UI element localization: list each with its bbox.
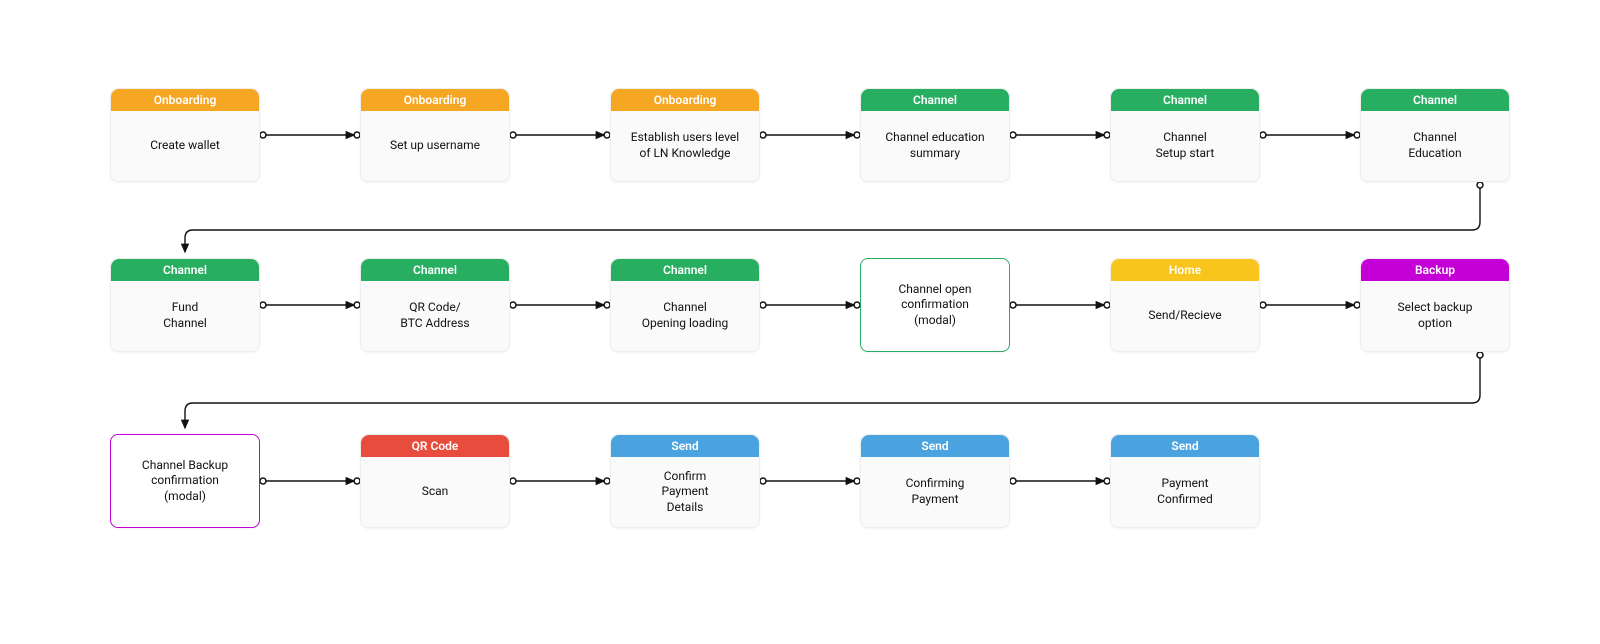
flow-node-r2c1: ChannelFund Channel	[110, 258, 260, 352]
node-header: Home	[1111, 259, 1259, 281]
node-body: Channel Education	[1361, 111, 1509, 181]
node-body: Scan	[361, 457, 509, 527]
node-header: Channel	[361, 259, 509, 281]
node-body: Confirm Payment Details	[611, 457, 759, 527]
flow-node-r1c4: ChannelChannel education summary	[860, 88, 1010, 182]
node-header: Backup	[1361, 259, 1509, 281]
node-body: Payment Confirmed	[1111, 457, 1259, 527]
node-header: Onboarding	[611, 89, 759, 111]
flow-node-r3c1: Channel Backup confirmation (modal)	[110, 434, 260, 528]
node-body: Channel Backup confirmation (modal)	[111, 435, 259, 527]
connector-port-icon	[260, 302, 266, 308]
connector-port-icon	[1010, 302, 1016, 308]
node-header: Channel	[1361, 89, 1509, 111]
node-header: Send	[611, 435, 759, 457]
node-header: Onboarding	[361, 89, 509, 111]
flow-node-r2c3: ChannelChannel Opening loading	[610, 258, 760, 352]
connector-port-icon	[260, 132, 266, 138]
flow-node-r1c2: OnboardingSet up username	[360, 88, 510, 182]
node-header: Channel	[1111, 89, 1259, 111]
connector-port-icon	[260, 478, 266, 484]
node-body: Confirming Payment	[861, 457, 1009, 527]
flow-node-r2c5: HomeSend/Recieve	[1110, 258, 1260, 352]
node-header: Send	[1111, 435, 1259, 457]
connector-port-icon	[510, 132, 516, 138]
node-body: Establish users level of LN Knowledge	[611, 111, 759, 181]
node-header: Channel	[861, 89, 1009, 111]
connector-port-icon	[1260, 132, 1266, 138]
flow-node-r2c6: BackupSelect backup option	[1360, 258, 1510, 352]
flow-node-r2c2: ChannelQR Code/ BTC Address	[360, 258, 510, 352]
node-body: QR Code/ BTC Address	[361, 281, 509, 351]
flow-edge	[185, 188, 1480, 252]
node-body: Channel open confirmation (modal)	[861, 259, 1009, 351]
flow-node-r2c4: Channel open confirmation (modal)	[860, 258, 1010, 352]
connector-port-icon	[1010, 132, 1016, 138]
node-body: Channel Setup start	[1111, 111, 1259, 181]
connector-port-icon	[760, 478, 766, 484]
connector-port-icon	[760, 132, 766, 138]
flow-node-r3c2: QR CodeScan	[360, 434, 510, 528]
node-header: Send	[861, 435, 1009, 457]
connector-port-icon	[1477, 352, 1483, 358]
flow-node-r3c5: SendPayment Confirmed	[1110, 434, 1260, 528]
connector-port-icon	[510, 302, 516, 308]
connector-port-icon	[1010, 478, 1016, 484]
flow-node-r1c1: OnboardingCreate wallet	[110, 88, 260, 182]
flow-diagram: OnboardingCreate walletOnboardingSet up …	[0, 0, 1600, 644]
node-header: Channel	[111, 259, 259, 281]
node-body: Send/Recieve	[1111, 281, 1259, 351]
connector-port-icon	[1477, 182, 1483, 188]
node-body: Select backup option	[1361, 281, 1509, 351]
flow-node-r1c6: ChannelChannel Education	[1360, 88, 1510, 182]
node-body: Channel education summary	[861, 111, 1009, 181]
node-body: Create wallet	[111, 111, 259, 181]
flow-node-r3c4: SendConfirming Payment	[860, 434, 1010, 528]
node-body: Channel Opening loading	[611, 281, 759, 351]
node-body: Fund Channel	[111, 281, 259, 351]
flow-edge	[185, 358, 1480, 428]
node-header: Onboarding	[111, 89, 259, 111]
node-header: QR Code	[361, 435, 509, 457]
node-header: Channel	[611, 259, 759, 281]
flow-node-r1c5: ChannelChannel Setup start	[1110, 88, 1260, 182]
connector-port-icon	[760, 302, 766, 308]
connector-port-icon	[510, 478, 516, 484]
flow-node-r1c3: OnboardingEstablish users level of LN Kn…	[610, 88, 760, 182]
connector-port-icon	[1260, 302, 1266, 308]
node-body: Set up username	[361, 111, 509, 181]
flow-node-r3c3: SendConfirm Payment Details	[610, 434, 760, 528]
